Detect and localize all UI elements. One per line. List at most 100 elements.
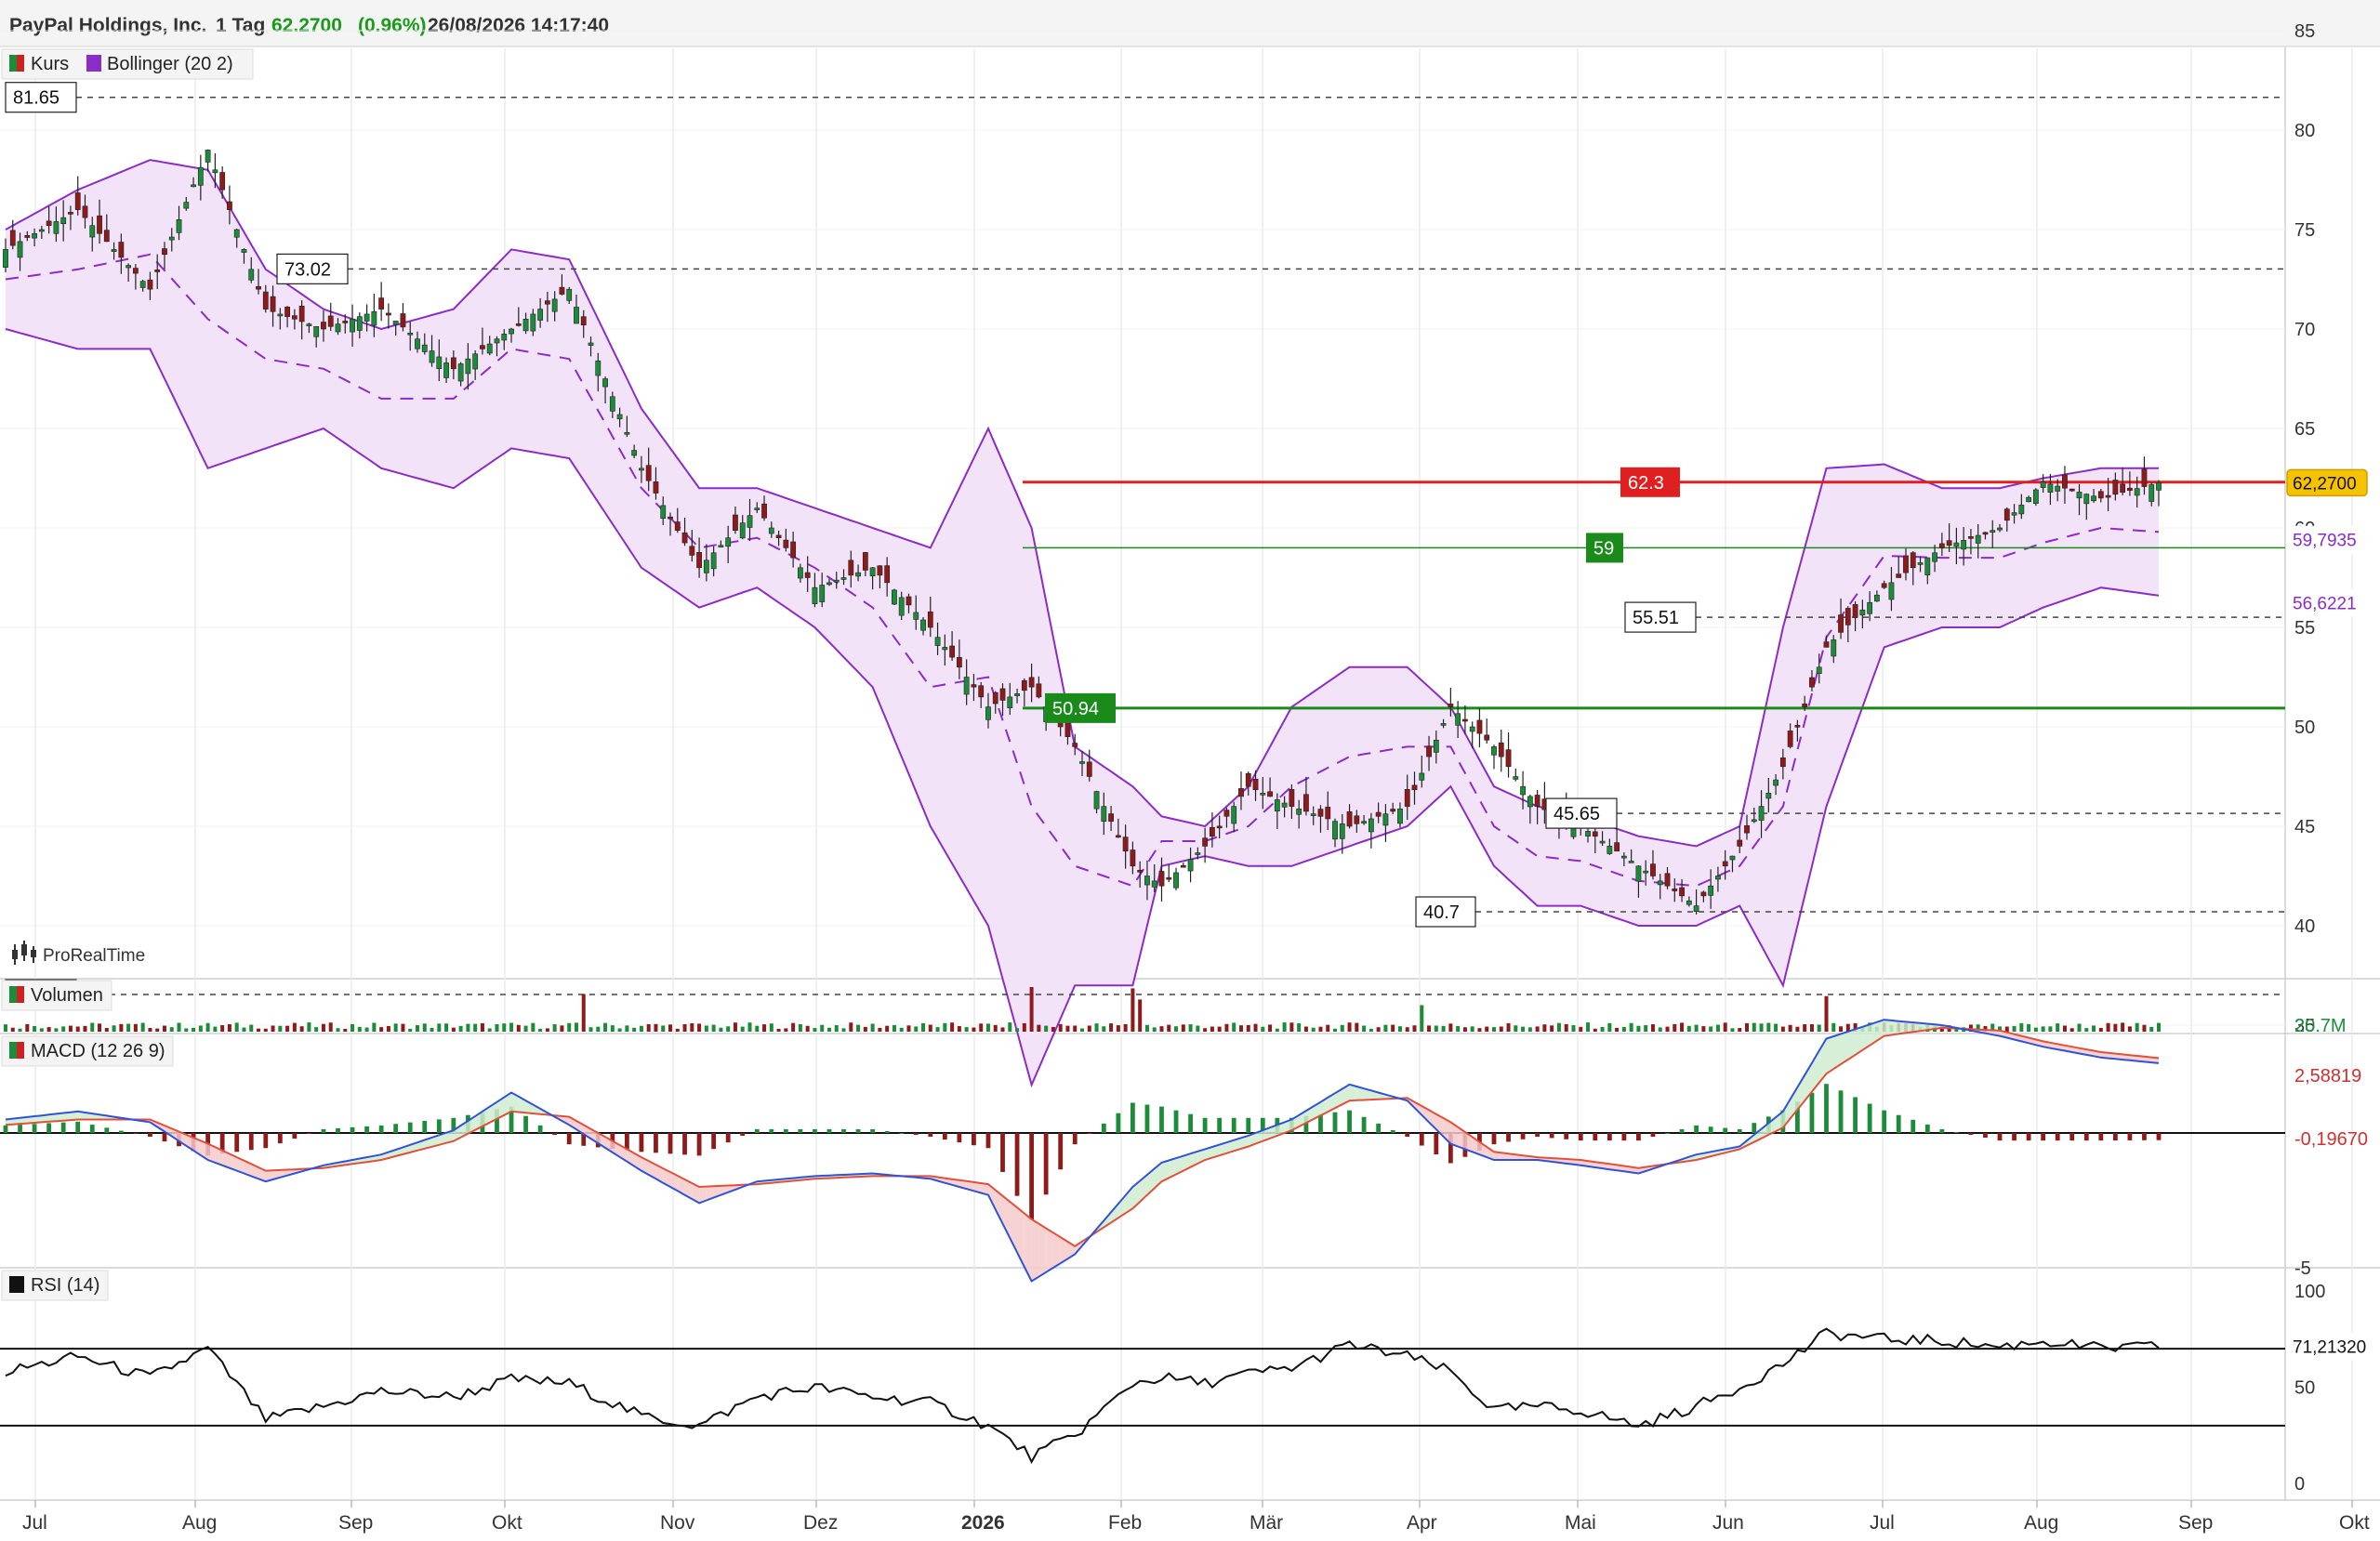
volume-bar — [1051, 1026, 1055, 1032]
volume-bar — [2062, 1025, 2067, 1032]
candle-body — [1946, 540, 1952, 547]
candle-body — [111, 249, 117, 252]
volume-bar — [1658, 1027, 1662, 1032]
macd-hist-bar — [292, 1133, 298, 1139]
price-legend[interactable]: Kurs Bollinger (20 2) — [1, 48, 254, 80]
macd-hist-bar — [1231, 1117, 1236, 1133]
macd-hist-bar — [1202, 1117, 1208, 1133]
candle-body — [256, 285, 261, 290]
candle-body — [205, 150, 211, 163]
macd-hist-bar — [1578, 1133, 1583, 1141]
candle-body — [530, 313, 536, 332]
volume-bar — [336, 1028, 340, 1032]
volume-bar — [112, 1025, 116, 1032]
macd-hist-bar — [813, 1128, 817, 1133]
candle-body — [457, 363, 464, 382]
volume-bar — [1159, 1026, 1164, 1032]
candle-body — [191, 184, 196, 188]
volume-bar — [68, 1025, 73, 1032]
price-axis-label-50: 50 — [2294, 718, 2315, 738]
volume-bar — [552, 1024, 557, 1032]
time-axis-label-12: Jul — [1870, 1512, 1895, 1534]
candle-body — [270, 296, 276, 312]
candle-body — [710, 552, 717, 570]
candle-body — [1672, 888, 1678, 891]
macd-hist-bar — [957, 1133, 962, 1143]
macd-hist-bar — [1014, 1133, 1020, 1196]
macd-hist-bar — [3, 1125, 8, 1133]
volume-bar — [480, 1022, 484, 1032]
candle-body — [472, 353, 479, 370]
volume-bar — [560, 1025, 564, 1032]
macd-hist-bar — [523, 1115, 528, 1133]
volume-bar — [1615, 1027, 1620, 1032]
header-bar — [0, 0, 2380, 46]
volume-legend[interactable]: Volumen — [1, 980, 112, 1011]
candle-body — [212, 169, 218, 174]
candle-body — [126, 265, 132, 269]
volume-bar — [1550, 1025, 1554, 1032]
candle-body — [53, 221, 60, 234]
candle-body — [1404, 789, 1410, 807]
volume-bar — [1839, 1026, 1844, 1032]
level-label-45.65: 45.65 — [1554, 804, 1600, 824]
macd-value-tag: 2,58819 — [2294, 1066, 2361, 1087]
time-axis-label-8: Mär — [1250, 1512, 1283, 1534]
candle-body — [1361, 821, 1368, 823]
candle-body — [421, 344, 428, 352]
candle-body — [298, 305, 305, 323]
volume-bar — [1238, 1025, 1243, 1032]
macd-hist-bar — [1419, 1133, 1424, 1146]
candle-body — [703, 560, 709, 573]
candle-body — [227, 201, 232, 210]
macd-hist-bar — [148, 1133, 152, 1138]
volume-bar — [1542, 1024, 1547, 1032]
candle-body — [378, 297, 385, 310]
rsi-legend[interactable]: RSI (14) — [1, 1270, 109, 1301]
macd-hist-bar — [1535, 1133, 1540, 1138]
candle-body — [2149, 484, 2155, 502]
volume-bar — [184, 1028, 189, 1032]
candle-body — [1982, 532, 1989, 535]
candle-body — [1195, 852, 1201, 855]
rsi-axis-label-0: 0 — [2294, 1474, 2305, 1495]
volume-bar — [263, 1028, 268, 1032]
volume-bar — [133, 1023, 138, 1032]
macd-hist-bar — [826, 1128, 832, 1133]
macd-hist-bar — [1130, 1102, 1135, 1133]
candle-body — [674, 521, 681, 531]
volume-bar — [343, 1028, 348, 1032]
candle-body — [1852, 604, 1858, 618]
candle-body — [1484, 734, 1490, 741]
up-color-swatch — [9, 55, 17, 72]
level-label-55.51: 55.51 — [1633, 608, 1679, 628]
volume-bar — [1600, 1026, 1605, 1032]
volume-bar — [733, 1022, 737, 1032]
macd-legend[interactable]: MACD (12 26 9) — [1, 1035, 174, 1067]
candle-body — [1628, 861, 1634, 863]
time-axis-label-9: Apr — [1407, 1512, 1437, 1534]
legend-price: Kurs — [31, 54, 69, 74]
trading-chart[interactable]: PayPal Holdings, Inc. 1 Tag 62.2700 (0.9… — [0, 0, 2380, 1536]
candle-body — [884, 565, 891, 584]
volume-bar — [784, 1028, 788, 1032]
macd-signal-fill — [1038, 1223, 1047, 1277]
macd-hist-bar — [1332, 1112, 1338, 1133]
macd-hist-bar — [1650, 1133, 1656, 1138]
volume-bar — [581, 994, 586, 1032]
candle-body — [949, 645, 956, 658]
volume-bar — [682, 1023, 687, 1032]
macd-hist-bar — [1144, 1104, 1150, 1133]
macd-hist-bar — [234, 1133, 240, 1152]
macd-hist-bar — [1564, 1133, 1569, 1139]
macd-up-swatch — [9, 1042, 17, 1059]
volume-bar — [1311, 1027, 1316, 1032]
candle-body — [544, 300, 550, 305]
bb-mid-tag: 59,7935 — [2293, 531, 2357, 550]
macd-hist-bar — [1405, 1133, 1410, 1138]
candle-body — [1910, 552, 1916, 569]
macd-hist-bar — [1737, 1128, 1742, 1133]
candle-body — [992, 691, 998, 705]
candle-body — [631, 450, 638, 456]
volume-bar — [798, 1023, 802, 1032]
